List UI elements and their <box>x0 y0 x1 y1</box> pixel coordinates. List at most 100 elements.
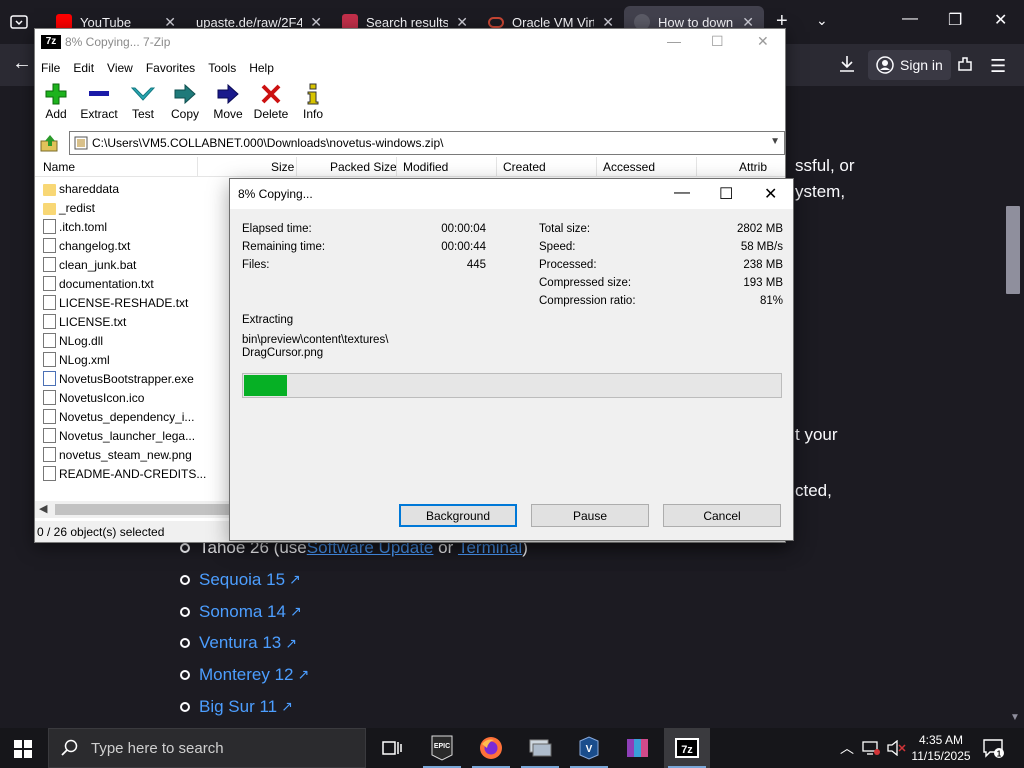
copy-button[interactable]: Copy <box>169 81 201 121</box>
add-button[interactable]: Add <box>41 81 71 121</box>
menu-view[interactable]: View <box>101 57 140 79</box>
restore-icon[interactable]: ❐ <box>948 10 962 30</box>
scroll-left-arrow-icon[interactable]: ◀ <box>39 502 47 515</box>
task-view-icon[interactable] <box>369 728 415 768</box>
file-name: _redist <box>59 200 96 215</box>
path-input[interactable]: C:\Users\VM5.COLLABNET.000\Downloads\nov… <box>69 131 785 155</box>
horizontal-scrollbar[interactable]: ◀ <box>35 501 231 518</box>
dialog-title-bar[interactable]: 8% Copying... — ☐ ✕ <box>230 179 793 209</box>
folder-up-icon[interactable] <box>39 133 61 153</box>
file-list-item[interactable]: clean_junk.bat <box>35 255 231 274</box>
scroll-down-arrow-icon[interactable]: ▼ <box>1010 712 1020 723</box>
file-list-item[interactable]: Novetus_dependency_i... <box>35 407 231 426</box>
extract-button[interactable]: Extract <box>79 81 119 121</box>
close-icon[interactable]: ✕ <box>994 10 1007 30</box>
firefox-icon[interactable] <box>468 728 514 768</box>
menu-tools[interactable]: Tools <box>202 57 243 79</box>
test-button[interactable]: Test <box>129 81 157 121</box>
sequoia-link[interactable]: Sequoia 15 <box>199 570 285 590</box>
sonoma-link[interactable]: Sonoma 14 <box>199 602 286 622</box>
chevron-down-icon[interactable]: ▼ <box>770 136 780 147</box>
menu-favorites[interactable]: Favorites <box>140 57 202 79</box>
page-scrollbar[interactable] <box>1008 86 1024 728</box>
file-list-item[interactable]: novetus_steam_new.png <box>35 445 231 464</box>
big-sur-link[interactable]: Big Sur 11 <box>199 697 277 717</box>
file-list-item[interactable]: changelog.txt <box>35 236 231 255</box>
network-app-icon[interactable] <box>517 728 563 768</box>
file-list-item[interactable]: Novetus_launcher_lega... <box>35 426 231 445</box>
minimize-icon[interactable]: — <box>667 33 681 49</box>
cancel-button[interactable]: Cancel <box>663 504 781 527</box>
file-list-item[interactable]: NLog.dll <box>35 331 231 350</box>
macos-version-list: Sequoia 15 ↗ Sonoma 14 ↗ Ventura 13 ↗ Mo… <box>180 564 309 722</box>
external-link-icon: ↗ <box>289 603 302 620</box>
total-size-label: Total size: <box>539 223 591 235</box>
column-divider[interactable] <box>396 157 397 177</box>
notification-center-icon[interactable]: 1 <box>982 738 1004 758</box>
file-list-item[interactable]: NLog.xml <box>35 350 231 369</box>
7zip-icon[interactable]: 7z <box>664 728 710 768</box>
network-icon[interactable] <box>862 740 880 756</box>
7zip-title-bar[interactable]: 7z 8% Copying... 7-Zip — ☐ ✕ <box>35 29 785 57</box>
menu-edit[interactable]: Edit <box>67 57 101 79</box>
scrollbar-thumb[interactable] <box>1006 206 1020 294</box>
file-list-item[interactable]: _redist <box>35 198 231 217</box>
column-divider[interactable] <box>596 157 597 177</box>
column-divider[interactable] <box>496 157 497 177</box>
background-button[interactable]: Background <box>399 504 517 527</box>
delete-button[interactable]: Delete <box>253 81 289 121</box>
clock[interactable]: 4:35 AM 11/15/2025 <box>906 732 976 764</box>
move-button[interactable]: Move <box>211 81 245 121</box>
close-icon[interactable]: ✕ <box>757 33 769 50</box>
dialog-title: 8% Copying... <box>238 187 313 201</box>
current-file: DragCursor.png <box>242 347 324 359</box>
epic-games-icon[interactable]: EPIC <box>419 728 465 768</box>
menu-file[interactable]: File <box>35 57 67 79</box>
maximize-icon[interactable]: ☐ <box>711 33 724 50</box>
file-list-item[interactable]: README-AND-CREDITS... <box>35 464 231 483</box>
maximize-icon[interactable]: ☐ <box>719 184 733 204</box>
scrollbar-thumb[interactable] <box>55 504 231 515</box>
virtualbox-icon[interactable]: V <box>566 728 612 768</box>
info-button[interactable]: Info <box>301 81 325 121</box>
extensions-icon[interactable] <box>955 54 975 74</box>
volume-muted-icon[interactable] <box>886 740 906 756</box>
minimize-icon[interactable]: — <box>674 184 690 202</box>
windows-start-icon[interactable] <box>14 740 32 758</box>
column-created[interactable]: Created <box>503 160 546 174</box>
column-divider[interactable] <box>197 157 198 177</box>
taskbar-search-box[interactable]: Type here to search <box>48 728 366 768</box>
menu-help[interactable]: Help <box>243 57 281 79</box>
winrar-icon[interactable] <box>615 728 661 768</box>
file-list-item[interactable]: .itch.toml <box>35 217 231 236</box>
file-list-item[interactable]: documentation.txt <box>35 274 231 293</box>
column-modified[interactable]: Modified <box>403 160 448 174</box>
file-list-item[interactable]: NovetusIcon.ico <box>35 388 231 407</box>
file-list-item[interactable]: shareddata <box>35 179 231 198</box>
back-arrow-icon[interactable]: ← <box>12 52 32 75</box>
minimize-icon[interactable]: — <box>902 10 918 28</box>
file-list-item[interactable]: LICENSE-RESHADE.txt <box>35 293 231 312</box>
monterey-link[interactable]: Monterey 12 <box>199 665 294 685</box>
column-accessed[interactable]: Accessed <box>603 160 655 174</box>
sign-in-button[interactable]: Sign in <box>868 50 951 80</box>
column-name[interactable]: Name <box>43 160 75 174</box>
column-size[interactable]: Size <box>271 160 294 174</box>
ventura-link[interactable]: Ventura 13 <box>199 633 281 653</box>
show-hidden-icons-chevron-icon[interactable]: ︿ <box>840 738 854 758</box>
column-attributes[interactable]: Attrib <box>739 160 767 174</box>
pause-button[interactable]: Pause <box>531 504 649 527</box>
download-icon[interactable] <box>836 53 858 75</box>
file-list-item[interactable]: LICENSE.txt <box>35 312 231 331</box>
column-divider[interactable] <box>296 157 297 177</box>
hamburger-menu-icon[interactable]: ☰ <box>990 56 1006 77</box>
file-name: .itch.toml <box>59 219 108 234</box>
column-divider[interactable] <box>696 157 697 177</box>
chevron-down-icon[interactable]: ⌄ <box>816 12 828 29</box>
file-list-item[interactable]: NovetusBootstrapper.exe <box>35 369 231 388</box>
column-packed-size[interactable]: Packed Size <box>330 160 397 174</box>
elapsed-time-label: Elapsed time: <box>242 223 312 235</box>
close-icon[interactable]: ✕ <box>764 184 777 204</box>
tab-list-icon[interactable] <box>8 12 30 32</box>
speed-value: 58 MB/s <box>740 241 783 253</box>
